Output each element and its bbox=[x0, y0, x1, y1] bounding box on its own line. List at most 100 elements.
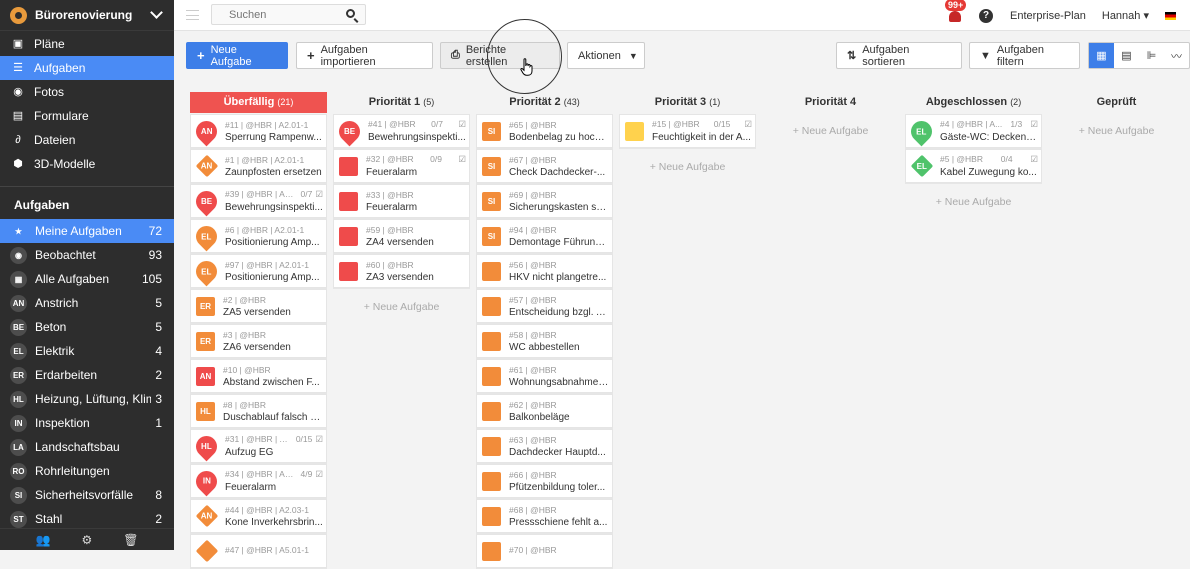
filter-item[interactable]: HL Heizung, Lüftung, Klima 3 bbox=[0, 387, 174, 411]
task-card[interactable]: #63 | @HBR Dachdecker Hauptd... bbox=[476, 429, 613, 464]
task-card[interactable]: #59 | @HBR ZA4 versenden bbox=[333, 219, 470, 254]
add-task-link[interactable]: + Neue Aufgabe bbox=[619, 161, 756, 173]
task-card[interactable]: BE #41 | @HBR 0/7 ☑ Bewehrungsinspekti... bbox=[333, 114, 470, 149]
search-input[interactable] bbox=[212, 5, 332, 24]
task-card[interactable]: #66 | @HBR Pfützenbildung toler... bbox=[476, 464, 613, 499]
board-view-icon[interactable]: ▦ bbox=[1089, 43, 1114, 68]
gantt-view-icon[interactable]: ⊫ bbox=[1139, 43, 1164, 68]
filter-item[interactable]: RO Rohrleitungen bbox=[0, 459, 174, 483]
sidebar-item-fotos[interactable]: ◉ Fotos bbox=[0, 80, 174, 104]
search-icon[interactable] bbox=[346, 9, 355, 18]
task-title: Positionierung Amp... bbox=[225, 236, 320, 248]
task-card[interactable]: #57 | @HBR Entscheidung bzgl. A... bbox=[476, 289, 613, 324]
sidebar-item-pl-ne[interactable]: ▣ Pläne bbox=[0, 32, 174, 56]
task-card[interactable]: AN #1 | @HBR | A2.01-1 Zaunpfosten ersetze… bbox=[190, 149, 327, 184]
task-card[interactable]: AN #44 | @HBR | A2.03-1 Kone Inverkehrsbri… bbox=[190, 499, 327, 534]
sort-tasks-button[interactable]: ⇅ Aufgaben sortieren bbox=[836, 42, 962, 69]
category-code: ER bbox=[199, 301, 212, 311]
task-card[interactable]: EL #5 | @HBR 0/4 ☑ Kabel Zuwegung ko... bbox=[905, 149, 1042, 184]
filter-item[interactable]: ▦ Alle Aufgaben 105 bbox=[0, 267, 174, 291]
task-card[interactable]: EL #4 | @HBR | A... 1/3 ☑ Gäste-WC: Deckens.… bbox=[905, 114, 1042, 149]
notifications-button[interactable]: 99+ bbox=[945, 0, 967, 23]
filter-item[interactable]: AN Anstrich 5 bbox=[0, 291, 174, 315]
calendar-view-icon[interactable]: ▤ bbox=[1114, 43, 1139, 68]
user-menu[interactable]: Hannah ▾ bbox=[1102, 9, 1149, 22]
german-flag-icon[interactable] bbox=[1165, 11, 1176, 20]
filter-item[interactable]: IN Inspektion 1 bbox=[0, 411, 174, 435]
task-meta: #44 | @HBR | A2.03-1 bbox=[225, 504, 309, 515]
task-card[interactable]: #32 | @HBR 0/9 ☑ Feueralarm bbox=[333, 149, 470, 184]
task-card[interactable]: HL #8 | @HBR Duschablauf falsch p... bbox=[190, 394, 327, 429]
sidebar-item-formulare[interactable]: ▤ Formulare bbox=[0, 104, 174, 128]
task-title: Wohnungsabnahme ... bbox=[509, 376, 609, 388]
task-card[interactable]: #68 | @HBR Pressschiene fehlt a... bbox=[476, 499, 613, 534]
actions-dropdown[interactable]: Aktionen ▼ bbox=[567, 42, 645, 69]
task-card[interactable]: BE #39 | @HBR | A2.01-10/7☑ Bewehrungsinsp… bbox=[190, 184, 327, 219]
menu-icon[interactable] bbox=[186, 10, 199, 20]
trash-icon[interactable]: 🗑 bbox=[123, 533, 138, 547]
task-card[interactable]: #56 | @HBR HKV nicht plangetre... bbox=[476, 254, 613, 289]
task-card[interactable]: SI #69 | @HBR Sicherungskasten sc... bbox=[476, 184, 613, 219]
card-meta: #97 | @HBR | A2.01-1 bbox=[225, 260, 323, 270]
task-card[interactable]: #60 | @HBR ZA3 versenden bbox=[333, 254, 470, 289]
filter-item[interactable]: LA Landschaftsbau bbox=[0, 435, 174, 459]
new-task-button[interactable]: + Neue Aufgabe bbox=[186, 42, 288, 69]
add-task-link[interactable]: + Neue Aufgabe bbox=[762, 125, 899, 137]
task-card[interactable]: #61 | @HBR Wohnungsabnahme ... bbox=[476, 359, 613, 394]
gear-icon[interactable]: ⚙ bbox=[81, 533, 92, 547]
task-card[interactable]: SI #67 | @HBR Check Dachdecker-... bbox=[476, 149, 613, 184]
help-icon[interactable]: ? bbox=[979, 8, 994, 23]
project-switcher[interactable]: Bürorenovierung bbox=[0, 0, 174, 31]
task-card[interactable]: #62 | @HBR Balkonbeläge bbox=[476, 394, 613, 429]
filter-item[interactable]: SI Sicherheitsvorfälle 8 bbox=[0, 483, 174, 507]
category-code: BE bbox=[343, 126, 356, 136]
card-body: #69 | @HBR Sicherungskasten sc... bbox=[509, 190, 609, 213]
add-task-link[interactable]: + Neue Aufgabe bbox=[1048, 125, 1185, 137]
sidebar-item-3d-modelle[interactable]: ⬢ 3D-Modelle bbox=[0, 152, 174, 176]
filter-item[interactable]: ★ Meine Aufgaben 72 bbox=[0, 219, 174, 243]
task-card[interactable]: HL #31 | @HBR | A2.01-10/15☑ Aufzug EG bbox=[190, 429, 327, 464]
task-card[interactable]: #58 | @HBR WC abbestellen bbox=[476, 324, 613, 359]
search-box[interactable] bbox=[211, 4, 366, 25]
task-card[interactable]: AN #10 | @HBR Abstand zwischen F... bbox=[190, 359, 327, 394]
filter-item[interactable]: ER Erdarbeiten 2 bbox=[0, 363, 174, 387]
filter-label: Sicherheitsvorfälle bbox=[35, 488, 134, 502]
task-card[interactable]: #47 | @HBR | A5.01-1 bbox=[190, 534, 327, 569]
filter-count: 105 bbox=[141, 272, 162, 286]
add-task-link[interactable]: + Neue Aufgabe bbox=[905, 196, 1042, 208]
form-icon: ▤ bbox=[12, 110, 24, 122]
category-badge: RO bbox=[10, 462, 27, 480]
task-card[interactable]: ER #3 | @HBR ZA6 versenden bbox=[190, 324, 327, 359]
task-card[interactable]: #33 | @HBR Feueralarm bbox=[333, 184, 470, 219]
import-tasks-button[interactable]: + Aufgaben importieren bbox=[296, 42, 433, 69]
category-badge: IN bbox=[10, 414, 27, 432]
users-icon[interactable]: 👥 bbox=[36, 533, 51, 547]
filter-tasks-button[interactable]: ▼ Aufgaben filtern bbox=[969, 42, 1080, 69]
task-meta: #3 | @HBR bbox=[223, 329, 266, 340]
task-card[interactable]: #70 | @HBR bbox=[476, 534, 613, 569]
paperclip-icon: ∂ bbox=[15, 134, 21, 146]
task-title: Abstand zwischen F... bbox=[223, 376, 320, 388]
card-body: #59 | @HBR ZA4 versenden bbox=[366, 225, 466, 248]
task-card[interactable]: SI #94 | @HBR Demontage Führung... bbox=[476, 219, 613, 254]
task-card[interactable]: #15 | @HBR 0/15 ☑ Feuchtigkeit in der A... bbox=[619, 114, 756, 149]
task-card[interactable]: ER #2 | @HBR ZA5 versenden bbox=[190, 289, 327, 324]
filter-item[interactable]: ◉ Beobachtet 93 bbox=[0, 243, 174, 267]
plan-link[interactable]: Enterprise-Plan bbox=[1010, 10, 1086, 22]
sidebar-item-dateien[interactable]: ∂ Dateien bbox=[0, 128, 174, 152]
chart-view-icon[interactable]: 〰 bbox=[1164, 43, 1189, 68]
filter-item[interactable]: EL Elektrik 4 bbox=[0, 339, 174, 363]
task-card[interactable]: AN #11 | @HBR | A2.01-1 Sperrung Rampenw..… bbox=[190, 114, 327, 149]
task-card[interactable]: SI #65 | @HBR Bodenbelag zu hoch ... bbox=[476, 114, 613, 149]
caret-down-icon: ▼ bbox=[628, 50, 638, 61]
column-count: (43) bbox=[563, 97, 580, 107]
filter-item[interactable]: BE Beton 5 bbox=[0, 315, 174, 339]
column-count: (1) bbox=[709, 97, 721, 107]
task-card[interactable]: EL #97 | @HBR | A2.01-1 Positionierung Amp… bbox=[190, 254, 327, 289]
top-bar-right: 99+ ? Enterprise-Plan Hannah ▾ bbox=[945, 0, 1176, 31]
add-task-link[interactable]: + Neue Aufgabe bbox=[333, 301, 470, 313]
task-card[interactable]: IN #34 | @HBR | A2.01-14/9☑ Feueralarm bbox=[190, 464, 327, 499]
task-card[interactable]: EL #6 | @HBR | A2.01-1 Positionierung Amp.… bbox=[190, 219, 327, 254]
sidebar-item-aufgaben[interactable]: ☰ Aufgaben bbox=[0, 56, 174, 80]
column-header: Überfällig (21) bbox=[190, 92, 327, 113]
